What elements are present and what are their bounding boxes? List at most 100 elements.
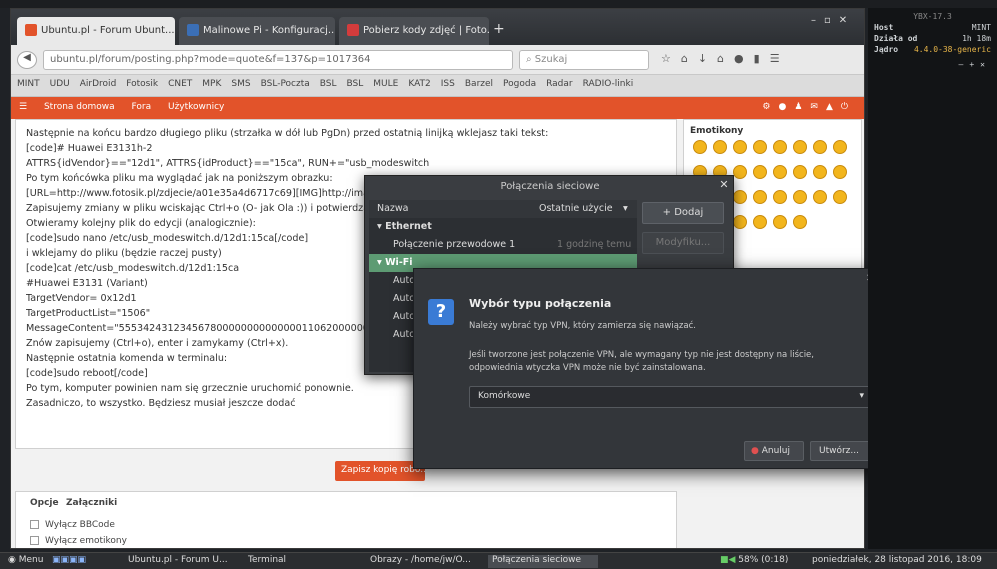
bookmark-item[interactable]: MPK: [202, 79, 221, 89]
nav-home-link[interactable]: Strona domowa: [44, 102, 115, 112]
taskbar-item-files[interactable]: Obrazy - /home/jw/O...: [366, 555, 478, 568]
bookmark-item[interactable]: RADIO-linki: [583, 79, 634, 89]
chevron-down-icon: ▾: [859, 391, 864, 401]
option-disable-bbcode[interactable]: Wyłącz BBCode: [30, 520, 115, 530]
bookmark-item[interactable]: CNET: [168, 79, 192, 89]
cancel-icon: ●: [751, 446, 762, 456]
save-draft-button[interactable]: Zapisz kopię robo...: [335, 461, 425, 481]
battery-status[interactable]: ■◀ 58% (0:18): [716, 555, 806, 568]
browser-titlebar: Ubuntu.pl - Forum Ubunt... Malinowe Pi -…: [11, 9, 864, 45]
taskbar-item-browser[interactable]: Ubuntu.pl - Forum U...: [124, 555, 238, 568]
button-label: Dodaj: [674, 207, 704, 218]
window-controls-icon[interactable]: –▫✕: [811, 15, 855, 26]
list-item[interactable]: Połączenie przewodowe 1 1 godzinę temu: [369, 236, 637, 254]
add-connection-button[interactable]: + Dodaj: [642, 202, 724, 224]
connection-name: Auto: [393, 311, 416, 322]
column-name[interactable]: Nazwa: [377, 203, 409, 214]
create-button[interactable]: Utwórz...: [810, 441, 870, 461]
smiley-icon[interactable]: [793, 165, 807, 179]
smiley-icon[interactable]: [773, 190, 787, 204]
monitor-header: YBX-17.3: [913, 12, 952, 21]
start-menu-button[interactable]: ◉ Menu: [4, 555, 47, 568]
option-disable-smilies[interactable]: Wyłącz emotikony: [30, 536, 127, 546]
taskbar-item-network[interactable]: Połączenia sieciowe: [488, 555, 598, 568]
smiley-icon[interactable]: [713, 140, 727, 154]
quick-launch-icons[interactable]: ▣▣▣▣: [48, 555, 118, 568]
smiley-icon[interactable]: [733, 190, 747, 204]
new-tab-icon[interactable]: +: [493, 21, 505, 37]
smiley-icon[interactable]: [813, 165, 827, 179]
option-label: Wyłącz BBCode: [45, 520, 115, 530]
checkbox-icon[interactable]: [30, 536, 39, 545]
smiley-icon[interactable]: [793, 140, 807, 154]
bookmark-item[interactable]: Fotosik: [126, 79, 158, 89]
back-button-icon[interactable]: ◀: [17, 51, 37, 69]
smiley-icon[interactable]: [833, 140, 847, 154]
dialog-info-text: Jeśli tworzone jest połączenie VPN, ale …: [469, 350, 814, 373]
bookmark-item[interactable]: ISS: [441, 79, 455, 89]
tab-options[interactable]: Opcje: [30, 498, 59, 508]
bookmark-item[interactable]: BSL-Poczta: [261, 79, 310, 89]
smiley-icon[interactable]: [753, 215, 767, 229]
column-last-used[interactable]: Ostatnie użycie: [539, 203, 613, 214]
monitor-value: 1h 18m: [962, 34, 991, 43]
nav-forums-link[interactable]: Fora: [132, 102, 152, 112]
edit-connection-button[interactable]: Modyfiku...: [642, 232, 724, 254]
smiley-icon[interactable]: [833, 190, 847, 204]
smiley-icon[interactable]: [733, 215, 747, 229]
bookmark-item[interactable]: BSL: [347, 79, 364, 89]
smiley-icon[interactable]: [753, 165, 767, 179]
emoticons-title: Emotikony: [690, 126, 744, 136]
bookmark-item[interactable]: BSL: [320, 79, 337, 89]
taskbar-item-terminal[interactable]: Terminal: [244, 555, 304, 568]
tab-attachments[interactable]: Załączniki: [66, 498, 117, 508]
search-input[interactable]: ⌕ Szukaj: [519, 50, 649, 70]
smiley-icon[interactable]: [773, 140, 787, 154]
bookmark-item[interactable]: UDU: [50, 79, 70, 89]
cancel-button[interactable]: ● Anuluj: [744, 441, 804, 461]
bookmark-item[interactable]: MINT: [17, 79, 40, 89]
smiley-icon[interactable]: [813, 140, 827, 154]
smiley-icon[interactable]: [793, 215, 807, 229]
site-nav-bar: ☰ Strona domowa Fora Użytkownicy ⚙●♟✉▲⏻: [11, 97, 864, 119]
smiley-icon[interactable]: [773, 165, 787, 179]
mint-logo-icon: ◉: [8, 555, 19, 565]
editor-line: [code]# Huawei E3131h-2: [26, 143, 153, 154]
bookmark-item[interactable]: Pogoda: [503, 79, 536, 89]
group-ethernet[interactable]: ▾ Ethernet: [369, 218, 637, 236]
close-icon[interactable]: ✕: [717, 178, 731, 192]
url-input[interactable]: ubuntu.pl/forum/posting.php?mode=quote&f…: [43, 50, 513, 70]
bookmark-item[interactable]: Barzel: [465, 79, 493, 89]
navigation-bar: ◀ ubuntu.pl/forum/posting.php?mode=quote…: [11, 45, 864, 75]
monitor-row: Działa od 1h 18m: [874, 34, 991, 45]
smiley-icon[interactable]: [733, 140, 747, 154]
checkbox-icon[interactable]: [30, 520, 39, 529]
site-menu-icon[interactable]: ☰: [19, 102, 27, 112]
browser-tab-1[interactable]: Ubuntu.pl - Forum Ubunt...: [17, 17, 175, 45]
connection-type-select[interactable]: Komórkowe ▾: [469, 386, 871, 408]
bookmark-item[interactable]: Radar: [546, 79, 573, 89]
clock[interactable]: poniedziałek, 28 listopad 2016, 18:09: [808, 555, 997, 568]
user-icons[interactable]: ⚙●♟✉▲⏻: [762, 102, 856, 112]
smiley-icon[interactable]: [753, 140, 767, 154]
smiley-icon[interactable]: [793, 190, 807, 204]
bookmark-item[interactable]: KAT2: [408, 79, 430, 89]
window-controls-icon[interactable]: –+✕: [874, 60, 991, 71]
bookmark-item[interactable]: SMS: [231, 79, 250, 89]
smiley-icon[interactable]: [813, 190, 827, 204]
connection-name: Połączenie przewodowe 1: [393, 239, 516, 250]
smiley-icon[interactable]: [753, 190, 767, 204]
connection-last-used: 1 godzinę temu: [557, 239, 632, 250]
smiley-icon[interactable]: [693, 140, 707, 154]
toolbar-icons[interactable]: ☆⌂↓⌂●▮☰: [661, 52, 790, 65]
tab-label: Pobierz kody zdjęć | Foto...: [363, 25, 489, 36]
page-favicon-icon: [347, 24, 359, 36]
smiley-icon[interactable]: [773, 215, 787, 229]
nav-users-link[interactable]: Użytkownicy: [168, 102, 224, 112]
browser-tab-2[interactable]: Malinowe Pi - Konfiguracj...: [179, 17, 335, 45]
smiley-icon[interactable]: [733, 165, 747, 179]
browser-tab-3[interactable]: Pobierz kody zdjęć | Foto...: [339, 17, 489, 45]
bookmark-item[interactable]: MULE: [373, 79, 398, 89]
bookmark-item[interactable]: AirDroid: [80, 79, 117, 89]
smiley-icon[interactable]: [833, 165, 847, 179]
